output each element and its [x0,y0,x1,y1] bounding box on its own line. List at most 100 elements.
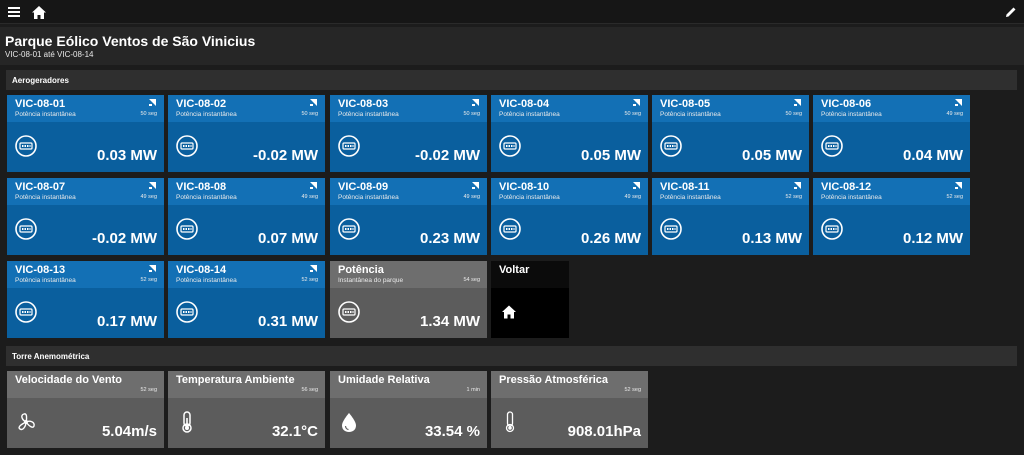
turbine-time: 49 seg [301,194,318,200]
expand-icon [472,99,479,106]
expand-icon [310,182,317,189]
turbine-time: 50 seg [785,111,802,117]
home-icon [502,305,516,319]
expand-icon [633,99,640,106]
power-meter-icon [176,135,198,157]
turbine-label: Potência instantânea [821,111,882,118]
turbine-name: VIC-08-10 [499,181,550,193]
expand-icon [149,99,156,106]
turbine-power-value: 0.31 MW [257,313,318,330]
power-meter-icon [176,301,198,323]
power-meter-icon [338,135,360,157]
back-label: Voltar [499,264,530,276]
turbine-tile[interactable]: VIC-08-04 Potência instantânea 50 seg 0.05 … [491,95,648,172]
turbine-tile[interactable]: VIC-08-05 Potência instantânea 50 seg 0.05 … [652,95,809,172]
turbine-time: 50 seg [140,111,157,117]
turbine-time: 49 seg [946,111,963,117]
power-meter-icon [15,135,37,157]
turbine-name: VIC-08-13 [15,264,66,276]
turbine-power-value: -0.02 MW [91,230,157,247]
turbine-label: Potência instantânea [176,194,237,201]
turbine-tile[interactable]: VIC-08-07 Potência instantânea 49 seg -0.02… [7,178,164,255]
turbine-label: Potência instantânea [499,194,560,201]
turbine-name: VIC-08-04 [499,98,550,110]
turbine-tile[interactable]: VIC-08-03 Potência instantânea 50 seg -0.02… [330,95,487,172]
turbine-power-value: 0.26 MW [580,230,641,247]
turbine-tile[interactable]: VIC-08-14 Potência instantânea 52 seg 0.31 … [168,261,325,338]
turbine-name: VIC-08-11 [660,181,710,193]
power-meter-icon [660,218,682,240]
sensor-value: 33.54 % [424,423,480,440]
power-meter-icon [821,218,843,240]
turbine-label: Potência instantânea [176,277,237,284]
turbine-label: Potência instantânea [338,111,399,118]
power-meter-icon [15,218,37,240]
expand-icon [955,99,962,106]
back-tile[interactable]: Voltar [491,261,569,338]
expand-icon [955,182,962,189]
expand-icon [794,182,801,189]
power-meter-icon [660,135,682,157]
turbine-label: Potência instantânea [821,194,882,201]
tower-sensor-tile[interactable]: Temperatura Ambiente 56 seg 32.1°C [168,371,325,448]
turbine-power-value: 0.12 MW [902,230,963,247]
turbine-tile[interactable]: VIC-08-12 Potência instantânea 52 seg 0.12 … [813,178,970,255]
power-meter-icon [338,218,360,240]
turbine-label: Potência instantânea [15,194,76,201]
sensor-time: 1 min [466,387,480,393]
turbine-tile[interactable]: VIC-08-02 Potência instantânea 50 seg -0.02… [168,95,325,172]
turbine-tile[interactable]: VIC-08-09 Potência instantânea 49 seg 0.23 … [330,178,487,255]
expand-icon [149,182,156,189]
home-icon[interactable] [31,4,47,20]
turbine-name: VIC-08-07 [15,181,66,193]
expand-icon [149,265,156,272]
power-meter-icon [15,301,37,323]
park-power-tile[interactable]: Potência Instantânea do parque 54 seg 1.34 … [330,261,487,338]
power-meter-icon [499,218,521,240]
turbine-tile[interactable]: VIC-08-01 Potência instantânea 50 seg 0.03 … [7,95,164,172]
fan-icon [18,413,35,431]
turbine-label: Potência instantânea [15,111,76,118]
turbine-time: 52 seg [785,194,802,200]
turbine-power-value: 0.23 MW [419,230,480,247]
turbine-label: Potência instantânea [338,194,399,201]
tower-sensor-tile[interactable]: Pressão Atmosférica 52 seg 908.01hPa [491,371,648,448]
expand-icon [794,99,801,106]
section-header-tower: Torre Anemométrica [6,346,1017,366]
power-meter-icon [499,135,521,157]
turbine-label: Potência instantânea [499,111,560,118]
edit-icon[interactable] [1003,4,1019,20]
top-bar [0,0,1024,24]
expand-icon [310,265,317,272]
turbine-name: VIC-08-12 [821,181,872,193]
turbine-label: Potência instantânea [15,277,76,284]
turbine-label: Potência instantânea [660,194,721,201]
turbine-power-value: 0.03 MW [96,147,157,164]
turbine-tile[interactable]: VIC-08-13 Potência instantânea 52 seg 0.17 … [7,261,164,338]
thermometer-icon [182,411,192,433]
turbine-name: VIC-08-02 [176,98,227,110]
turbine-name: VIC-08-08 [176,181,227,193]
expand-icon [472,182,479,189]
gauge-icon [505,411,515,433]
turbine-tile[interactable]: VIC-08-08 Potência instantânea 49 seg 0.07 … [168,178,325,255]
sensor-name: Temperatura Ambiente [176,374,295,386]
turbine-time: 49 seg [140,194,157,200]
turbine-tile[interactable]: VIC-08-11 Potência instantânea 52 seg 0.13 … [652,178,809,255]
park-power-name: Potência [338,264,384,276]
sensor-value: 32.1°C [271,423,318,440]
tower-sensor-tile[interactable]: Velocidade do Vento 52 seg 5.04m/s [7,371,164,448]
turbine-time: 52 seg [946,194,963,200]
power-meter-icon [338,301,360,323]
sensor-time: 52 seg [624,387,641,393]
turbine-tile[interactable]: VIC-08-10 Potência instantânea 49 seg 0.26 … [491,178,648,255]
turbine-tile[interactable]: VIC-08-06 Potência instantânea 49 seg 0.04 … [813,95,970,172]
park-power-value: 1.34 MW [419,313,480,330]
section-header-turbines: Aerogeradores [6,70,1017,90]
expand-icon [633,182,640,189]
menu-icon[interactable] [6,4,22,20]
page-subtitle: VIC-08-01 até VIC-08-14 [5,50,94,59]
tower-sensor-tile[interactable]: Umidade Relativa 1 min 33.54 % [330,371,487,448]
turbine-time: 50 seg [624,111,641,117]
sensor-time: 56 seg [301,387,318,393]
